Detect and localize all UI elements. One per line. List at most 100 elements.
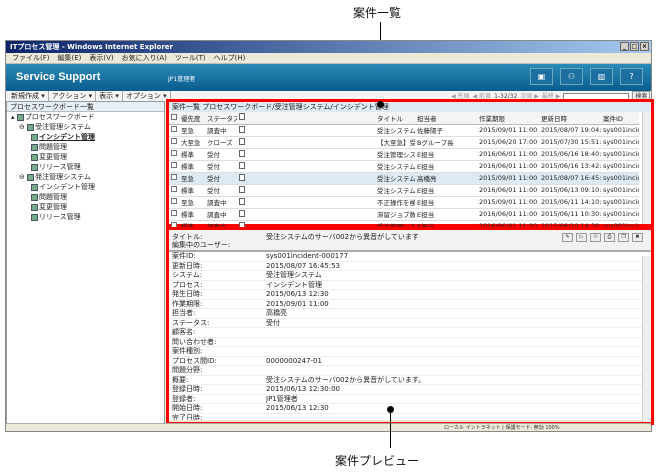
tree-system[interactable]: ⊖ 受注管理システム <box>7 122 164 132</box>
table-row[interactable]: 標準調査中 滞留ジョブ数がしきい値を超えましたE担当2016/06/01 11:0… <box>169 208 639 221</box>
table-cell: sys001incident-000177 <box>601 172 639 185</box>
column-header[interactable]: ステータス <box>205 112 237 125</box>
select-all-checkbox[interactable] <box>169 112 179 125</box>
menu-tools[interactable]: ツール(T) <box>175 53 206 63</box>
table-cell: E担当 <box>415 208 477 221</box>
status-bar: ローカル イントラネット | 保護モード: 無効 100% <box>6 423 651 431</box>
app-header: Service Support JP1管理者 ▣ ⚇ ▥? <box>6 64 651 91</box>
table-cell: E担当 <box>415 184 477 197</box>
tree-item[interactable]: 問題管理 <box>7 142 164 152</box>
table-cell: E担当 <box>415 160 477 173</box>
table-cell: 受注システムのサーバ002から異音がして... <box>375 124 415 137</box>
edit-icon[interactable]: ✎ <box>562 233 573 242</box>
tree-root-label: プロセスワークボード <box>24 113 95 121</box>
table-cell: 2016/06/01 11:00 <box>477 148 539 161</box>
tree-system-label: 発注管理システム <box>35 173 91 181</box>
status-text: ローカル イントラネット | 保護モード: 無効 100% <box>444 425 560 431</box>
table-cell: 2015/06/13 09:10:00 <box>539 184 601 197</box>
row-checkbox[interactable] <box>169 172 179 185</box>
delete-icon[interactable]: ✖ <box>632 233 643 242</box>
field-value: sys001incident-000177 <box>266 252 349 260</box>
tree-item[interactable]: リリース管理 <box>7 212 164 222</box>
table-cell: sys001incident-000186 <box>601 124 639 137</box>
field-label: プロセス: <box>172 280 203 289</box>
process-icon <box>31 133 38 141</box>
callout-preview-line <box>390 410 391 448</box>
row-checkbox[interactable] <box>169 136 179 149</box>
field-value: 2015/09/01 11:00 <box>266 299 329 308</box>
field-row: 顧客名: <box>169 328 651 338</box>
table-row[interactable]: 至急調査中 受注システムのサーバ002から異音がして...佐藤陽子2015/09/… <box>169 124 639 137</box>
column-header[interactable]: 作業期限 <box>477 112 539 125</box>
menu-favorites[interactable]: お気に入り(A) <box>122 53 167 63</box>
table-row[interactable]: 標準受付 受注管理システムのサーバ001のメモリが...E担当2016/06/01… <box>169 148 639 161</box>
menu-help[interactable]: ヘルプ(H) <box>214 53 246 63</box>
menu-view[interactable]: 表示(V) <box>89 53 113 63</box>
table-cell: 2016/06/01 11:00 <box>477 160 539 173</box>
tree-item[interactable]: インシデント管理 <box>7 182 164 192</box>
window-icon[interactable]: ▣ <box>530 68 553 85</box>
tree-item[interactable]: 変更管理 <box>7 202 164 212</box>
close-button[interactable]: × <box>640 42 649 51</box>
new-menu[interactable]: 新規作成 ▾ <box>8 91 49 101</box>
table-cell: 2015/09/01 11:00 <box>477 196 539 209</box>
menu-file[interactable]: ファイル(F) <box>12 53 50 63</box>
table-cell: 受注管理システムのサーバ001のメモリが... <box>375 148 415 161</box>
preview-scrollbar[interactable] <box>642 256 651 422</box>
tree-item[interactable]: 変更管理 <box>7 152 164 162</box>
callout-preview: 案件プレビュー <box>335 454 420 468</box>
row-checkbox[interactable] <box>169 196 179 209</box>
field-label: 完了日時: <box>172 413 203 421</box>
forward-icon[interactable]: ▷ <box>576 233 587 242</box>
table-cell: sys001incident-000176 <box>601 184 639 197</box>
row-checkbox[interactable] <box>169 160 179 173</box>
table-row[interactable]: 至急受付 受注システムのサーバ002から異音がして...高橋亮2015/09/01… <box>169 172 639 185</box>
table-row[interactable]: 至急調査中 不正操作を検知しましたE担当2015/09/01 11:002015/… <box>169 196 639 209</box>
view-menu[interactable]: 表示 ▾ <box>96 91 123 101</box>
field-label: 問い合わせ者: <box>172 337 217 346</box>
users-icon[interactable]: ⚇ <box>560 68 583 85</box>
tree-item[interactable]: 問題管理 <box>7 192 164 202</box>
column-header[interactable]: 担当者 <box>415 112 477 125</box>
tree-item[interactable]: リリース管理 <box>7 162 164 172</box>
column-header[interactable]: タイトル <box>375 112 415 125</box>
print-icon[interactable]: ⎙ <box>604 233 615 242</box>
list-scrollbar[interactable] <box>642 112 651 224</box>
table-cell: 2015/09/01 11:00 <box>477 172 539 185</box>
menu-edit[interactable]: 編集(E) <box>58 53 82 63</box>
minimize-button[interactable]: _ <box>620 42 629 51</box>
column-header[interactable]: 案件ID <box>601 112 639 125</box>
table-cell: 標準 <box>179 184 205 197</box>
tree-item-label: インシデント管理 <box>39 183 95 191</box>
table-row[interactable]: 標準受付 受注システムのサービスマニュアル改善要望E担当2016/06/01 11… <box>169 184 639 197</box>
copy-icon[interactable]: ❐ <box>618 233 629 242</box>
table-row[interactable]: 標準受付 受注システムのレスポンスが悪化していますE担当2016/06/01 11… <box>169 160 639 173</box>
row-checkbox[interactable] <box>169 184 179 197</box>
field-label: 顧客名: <box>172 328 196 336</box>
table-row[interactable]: 大至急クローズ【大至急】受注管理システムが異常終了しま...Bグループ長2015… <box>169 136 639 149</box>
action-menu[interactable]: アクション ▾ <box>49 91 97 101</box>
column-header[interactable]: 優先度 <box>179 112 205 125</box>
column-header[interactable]: 更新日時 <box>539 112 601 125</box>
menu-bar: ファイル(F) 編集(E) 表示(V) お気に入り(A) ツール(T) ヘルプ(H) <box>6 53 651 64</box>
process-icon <box>31 193 38 201</box>
case-list-panel: 案件一覧 プロセスワークボード/受注管理システム/インシデント管理 優先度 ステー… <box>166 99 654 233</box>
assign-icon[interactable]: ⚇ <box>590 233 601 242</box>
table-cell: 大至急 <box>179 136 205 149</box>
tree-item[interactable]: インシデント管理 <box>7 132 164 142</box>
maximize-button[interactable]: □ <box>630 42 639 51</box>
field-label: 案件ID: <box>172 252 196 260</box>
table-cell: sys001incident-000175 <box>601 196 639 209</box>
preview-fields: 案件ID: sys001incident-000177 更新日時: 2015/08/0… <box>169 252 651 420</box>
row-checkbox[interactable] <box>169 124 179 137</box>
table-cell: sys001incident-000185 <box>601 136 639 149</box>
tree-root[interactable]: ▴ プロセスワークボード <box>7 112 164 122</box>
panel-icon[interactable]: ▥ <box>590 68 613 85</box>
row-checkbox[interactable] <box>169 208 179 221</box>
option-menu[interactable]: オプション ▾ <box>123 91 171 101</box>
tree-system[interactable]: ⊖ 発注管理システム <box>7 172 164 182</box>
editing-users-label: 編集中のユーザー: <box>172 241 231 249</box>
row-checkbox[interactable] <box>169 148 179 161</box>
field-label: 発生日時: <box>172 290 203 298</box>
help-icon[interactable]: ? <box>620 68 643 85</box>
